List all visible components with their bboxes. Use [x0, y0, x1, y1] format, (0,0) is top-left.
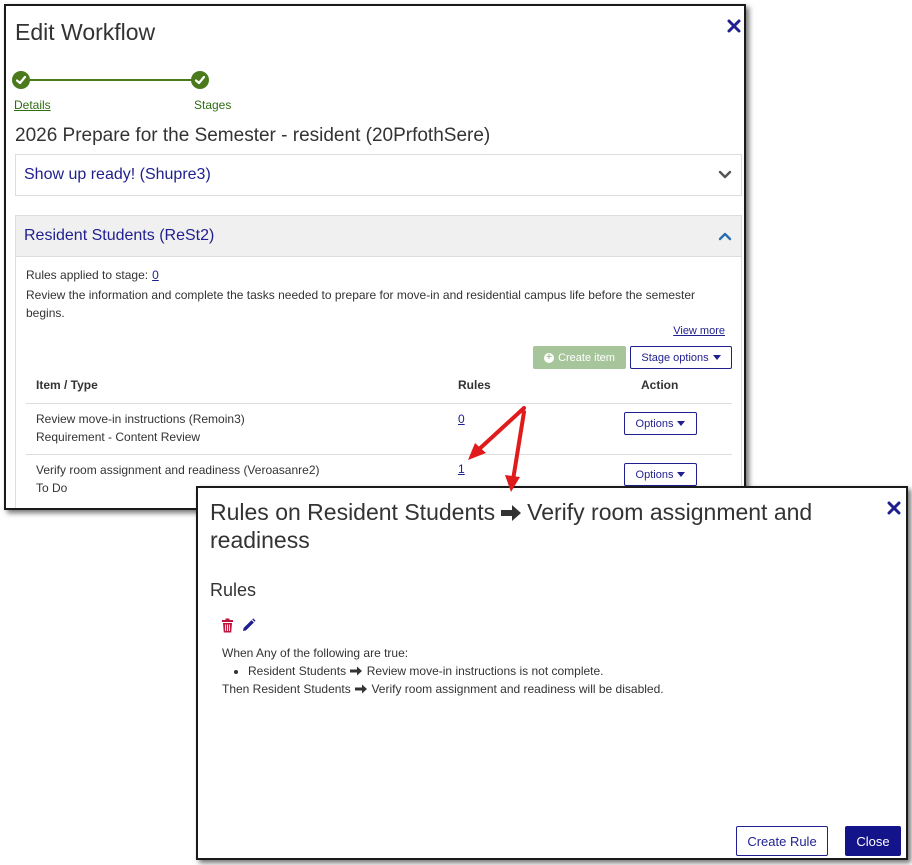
condition-stage: Resident Students [248, 664, 347, 678]
rule-condition-intro: When Any of the following are true: [222, 646, 409, 660]
arrow-right-icon [349, 666, 363, 676]
stage-panel-resident-students: Resident Students (ReSt2) Rules applied … [15, 215, 742, 508]
options-label: Options [635, 468, 674, 481]
stage-rules-applied: Rules applied to stage: 0 [26, 268, 159, 282]
stage-options-button[interactable]: Stage options [630, 346, 732, 369]
caret-down-icon [677, 421, 686, 426]
chevron-down-icon[interactable] [717, 167, 733, 183]
rules-dialog: Rules on Resident Students Verify room as… [196, 486, 908, 860]
rule-description: When Any of the following are true: Resi… [222, 644, 664, 698]
view-more-link[interactable]: View more [673, 325, 725, 337]
rules-applied-count-link[interactable]: 0 [152, 268, 159, 282]
arrow-right-icon [354, 684, 368, 694]
result-prefix: Then Resident Students [222, 682, 351, 696]
item-name: Verify room assignment and readiness (Ve… [36, 463, 320, 477]
table-divider [26, 403, 732, 404]
title-stage: Rules on Resident Students [210, 499, 496, 525]
item-rules-count-link[interactable]: 0 [458, 412, 465, 426]
rule-result: Then Resident Students Verify room assig… [222, 680, 664, 698]
column-header-action: Action [641, 378, 679, 392]
options-label: Options [635, 417, 674, 430]
close-button[interactable]: Close [845, 826, 901, 856]
create-rule-button[interactable]: Create Rule [736, 826, 828, 856]
stage-options-label: Stage options [641, 351, 709, 364]
stepper-progress-line [22, 79, 204, 81]
item-rules-count-link[interactable]: 1 [458, 462, 465, 476]
rules-applied-label: Rules applied to stage: [26, 268, 149, 282]
panel-title[interactable]: Resident Students (ReSt2) [24, 227, 214, 245]
item-name: Review move-in instructions (Remoin3) [36, 412, 245, 426]
pencil-icon[interactable] [241, 618, 256, 633]
trash-icon[interactable] [220, 618, 235, 633]
close-icon[interactable] [886, 500, 902, 516]
rule-condition-list: Resident Students Review move-in instruc… [222, 662, 664, 680]
rule-condition-item: Resident Students Review move-in instruc… [248, 662, 664, 680]
arrow-right-icon [499, 504, 523, 522]
result-item: Verify room assignment and readiness wil… [371, 682, 664, 696]
condition-item: Review move-in instructions is not compl… [366, 664, 604, 678]
item-type: Requirement - Content Review [36, 430, 201, 444]
panel-header[interactable]: Resident Students (ReSt2) [16, 216, 741, 257]
dialog-title: Edit Workflow [15, 19, 156, 45]
item-options-button[interactable]: Options [624, 463, 697, 486]
create-item-button[interactable]: + Create item [533, 346, 626, 369]
table-divider [26, 454, 732, 455]
create-item-label: Create item [558, 351, 615, 364]
caret-down-icon [712, 355, 721, 360]
close-icon[interactable] [726, 18, 742, 34]
panel-title[interactable]: Show up ready! (Shupre3) [24, 166, 211, 184]
plus-circle-icon: + [544, 352, 555, 363]
step-stages-label: Stages [194, 98, 232, 112]
chevron-up-icon[interactable] [717, 228, 733, 244]
stage-description: Review the information and complete the … [26, 288, 696, 320]
rules-section-heading: Rules [210, 580, 257, 600]
caret-down-icon [677, 472, 686, 477]
step-stages-check-icon [191, 71, 209, 89]
rules-dialog-title: Rules on Resident Students Verify room as… [210, 498, 850, 554]
stage-panel-show-up-ready: Show up ready! (Shupre3) [15, 154, 742, 196]
step-details-link[interactable]: Details [14, 98, 51, 112]
item-type: To Do [36, 481, 68, 495]
rule-actions [220, 618, 256, 633]
edit-workflow-dialog: Edit Workflow Details Stages 2026 Prepar… [4, 4, 746, 510]
panel-header[interactable]: Show up ready! (Shupre3) [16, 155, 741, 195]
workflow-title: 2026 Prepare for the Semester - resident… [15, 125, 491, 146]
column-header-item-type: Item / Type [36, 378, 98, 392]
item-options-button[interactable]: Options [624, 412, 697, 435]
column-header-rules: Rules [458, 378, 491, 392]
step-details-check-icon [12, 71, 30, 89]
